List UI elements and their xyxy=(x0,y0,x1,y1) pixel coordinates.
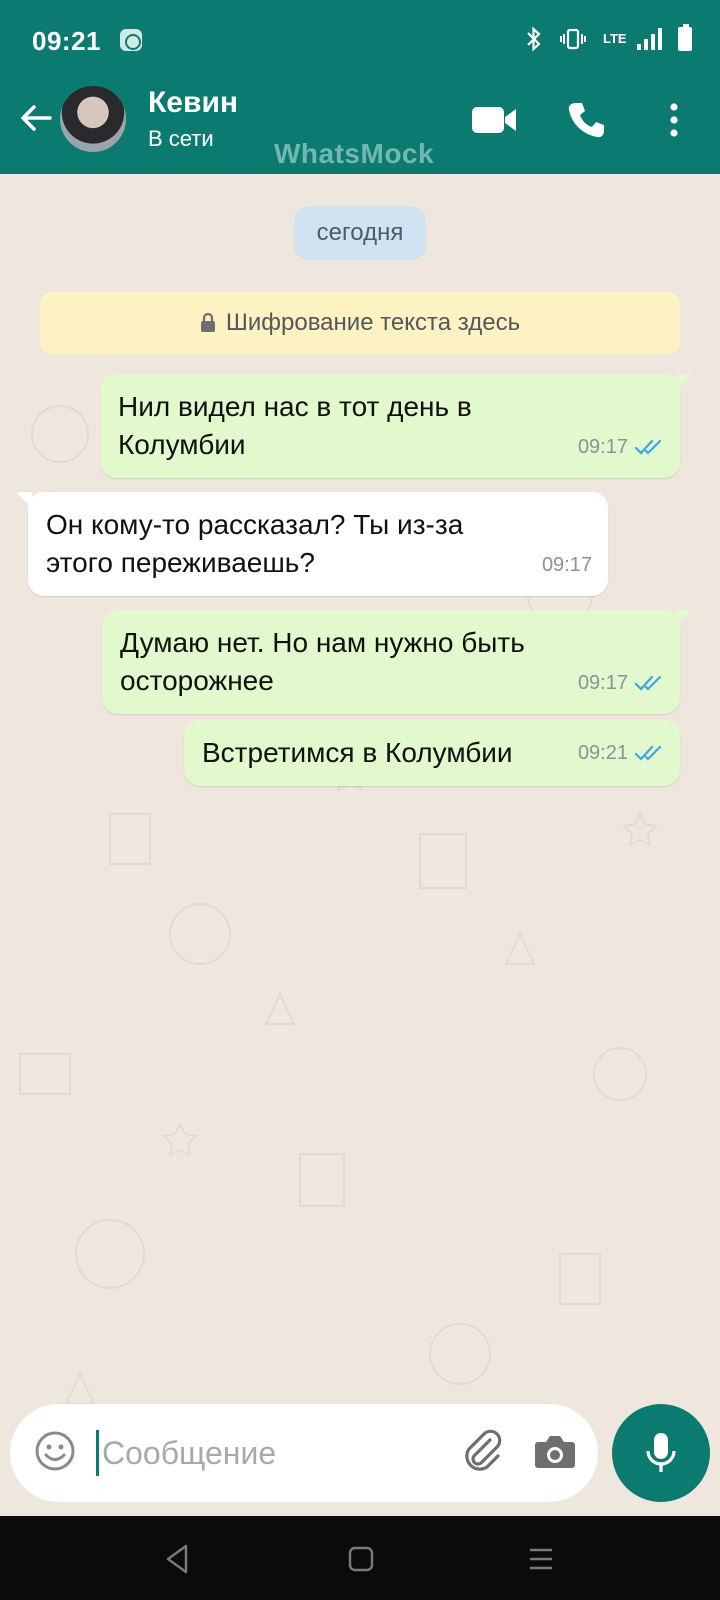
bubble-tail xyxy=(16,492,32,508)
signal-icon xyxy=(637,28,662,50)
nav-recents-icon[interactable] xyxy=(524,1542,558,1576)
chat-area[interactable]: сегодня Шифрование текста здесь Нил виде… xyxy=(0,174,720,1516)
message-text: Нил видел нас в тот день в Колумбии xyxy=(118,391,472,460)
bubble-tail xyxy=(676,610,692,626)
phone-icon xyxy=(568,103,604,138)
video-call-button[interactable] xyxy=(470,96,518,144)
back-arrow-icon[interactable] xyxy=(16,98,56,138)
message-time: 09:21 xyxy=(577,742,628,764)
message-time: 09:17 xyxy=(577,672,628,694)
contact-status: В сети xyxy=(148,126,214,151)
video-call-icon xyxy=(472,107,516,133)
app-header-bar: 09:21 LTE Кевин В сети WhatsMock xyxy=(0,0,720,174)
attach-icon[interactable] xyxy=(460,1428,506,1474)
message-input[interactable] xyxy=(102,1426,432,1480)
bubble-tail xyxy=(676,374,692,390)
battery-icon xyxy=(678,24,692,51)
message-time: 09:17 xyxy=(577,436,628,458)
contact-name[interactable]: Кевин xyxy=(148,86,238,120)
message-meta: 09:17 xyxy=(578,428,664,466)
bluetooth-icon xyxy=(527,26,541,52)
message-bubble-outgoing[interactable]: Встретимся в Колумбии 09:21 xyxy=(184,720,680,786)
more-options-button[interactable] xyxy=(650,96,698,144)
message-meta: 09:21 xyxy=(578,734,664,772)
emoji-icon[interactable] xyxy=(34,1430,76,1472)
status-time: 09:21 xyxy=(32,26,101,56)
camera-icon[interactable] xyxy=(532,1428,578,1474)
status-icons: LTE xyxy=(525,24,692,52)
lock-icon xyxy=(200,313,215,332)
notification-app-icon xyxy=(120,29,142,51)
message-bubble-outgoing[interactable]: Думаю нет. Но нам нужно быть осторожнее … xyxy=(102,610,692,714)
message-meta: 09:17 xyxy=(542,546,592,584)
vibrate-icon xyxy=(560,28,586,50)
message-meta: 09:17 xyxy=(578,664,664,702)
more-vert-icon xyxy=(670,103,678,137)
message-composer xyxy=(10,1404,598,1502)
voice-message-button[interactable] xyxy=(612,1404,710,1502)
nav-back-icon[interactable] xyxy=(160,1542,194,1576)
contact-avatar[interactable] xyxy=(58,84,128,154)
double-check-icon xyxy=(634,439,662,455)
encryption-notice[interactable]: Шифрование текста здесь xyxy=(40,292,680,354)
date-chip: сегодня xyxy=(294,206,426,260)
network-type-label: LTE xyxy=(603,31,627,46)
double-check-icon xyxy=(634,745,662,761)
double-check-icon xyxy=(634,675,662,691)
encryption-notice-text: Шифрование текста здесь xyxy=(225,309,521,336)
chat-header: Кевин В сети WhatsMock xyxy=(0,80,720,174)
nav-home-icon[interactable] xyxy=(344,1542,378,1576)
watermark: WhatsMock xyxy=(274,138,435,169)
text-caret xyxy=(96,1430,99,1476)
message-time: 09:17 xyxy=(541,554,592,576)
message-bubble-incoming[interactable]: Он кому-то рассказал? Ты из-за этого пер… xyxy=(16,492,608,596)
message-text: Думаю нет. Но нам нужно быть осторожнее xyxy=(120,627,525,696)
voice-call-button[interactable] xyxy=(562,96,610,144)
message-text: Он кому-то рассказал? Ты из-за этого пер… xyxy=(46,509,464,578)
message-bubble-outgoing[interactable]: Нил видел нас в тот день в Колумбии 09:1… xyxy=(100,374,692,478)
status-bar: 09:21 LTE xyxy=(0,0,720,80)
message-text: Встретимся в Колумбии xyxy=(202,737,513,768)
system-nav-bar xyxy=(0,1516,720,1600)
mic-icon xyxy=(646,1433,676,1472)
